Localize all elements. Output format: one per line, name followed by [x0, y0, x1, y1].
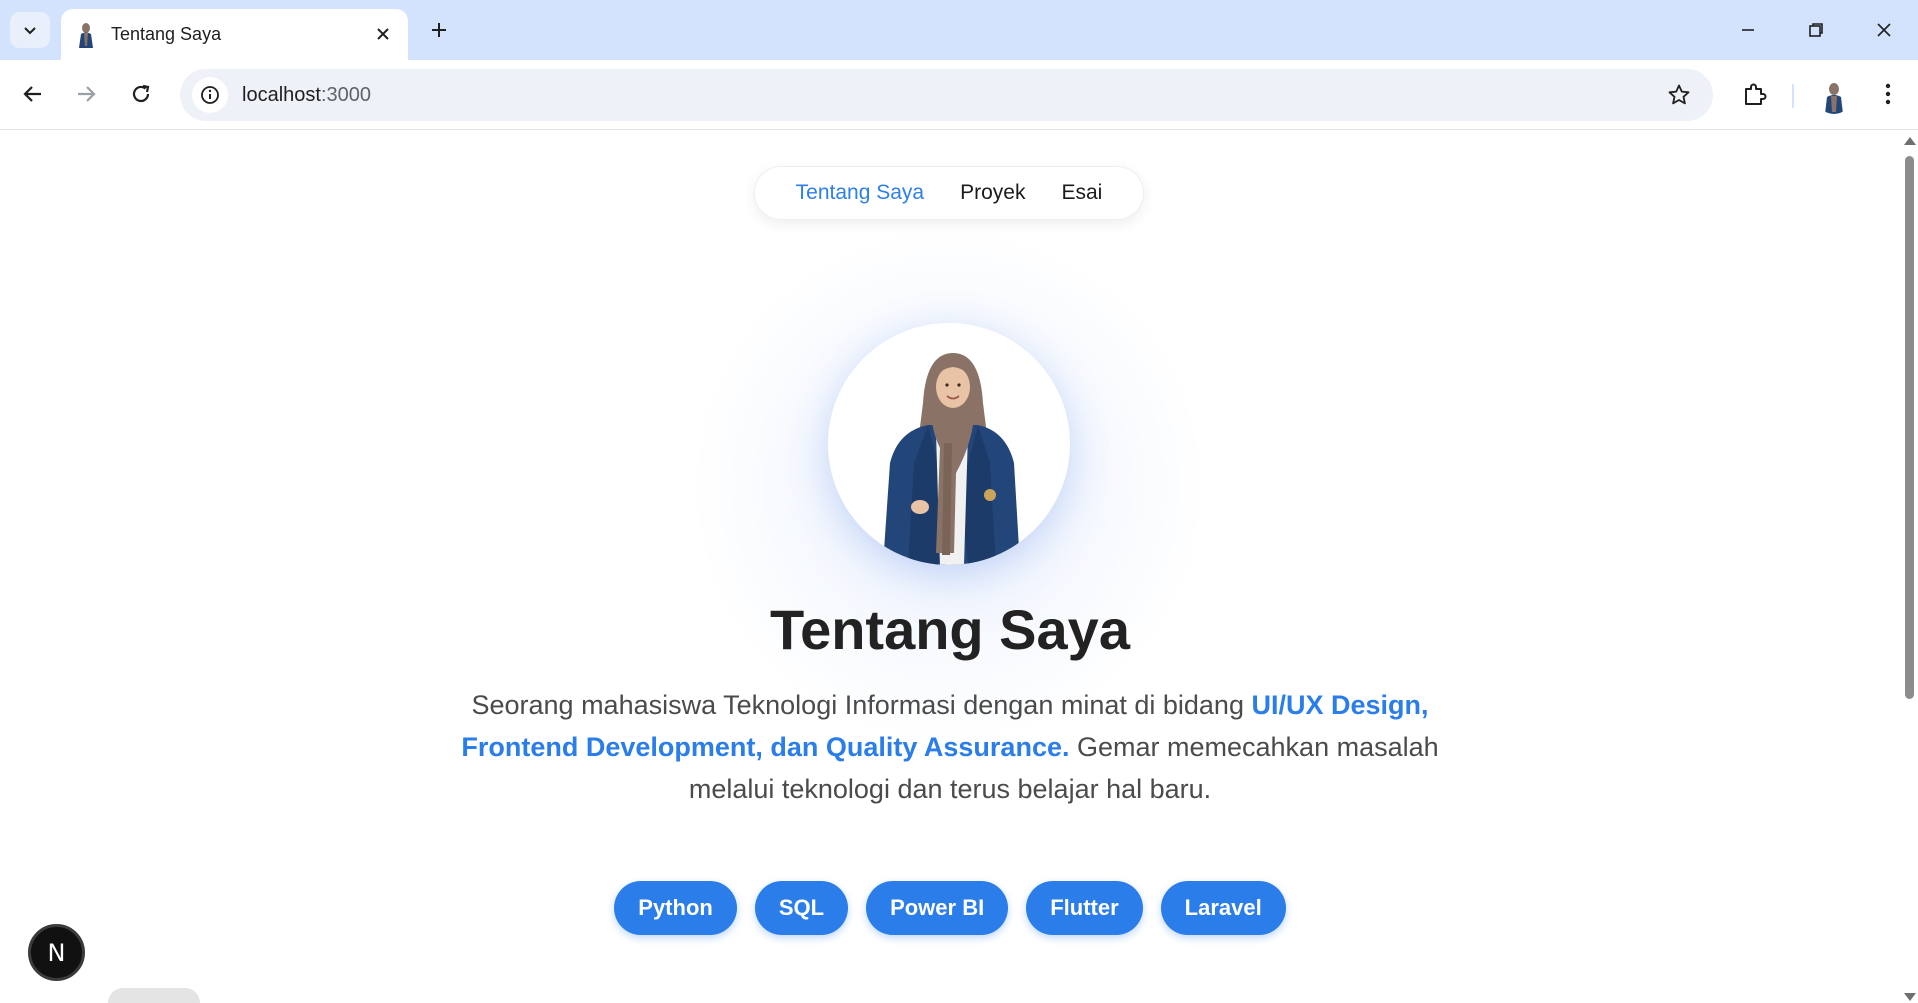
- reload-button[interactable]: [121, 74, 161, 114]
- restore-icon: [1809, 23, 1823, 37]
- minimize-button[interactable]: [1720, 8, 1776, 52]
- arrow-left-icon: [23, 86, 41, 102]
- skill-tag-python[interactable]: Python: [614, 881, 737, 935]
- reload-icon: [132, 84, 150, 103]
- profile-photo-illustration: [883, 353, 1020, 565]
- forward-button[interactable]: [66, 74, 106, 114]
- plus-icon: [432, 23, 446, 37]
- arrow-right-icon: [78, 86, 96, 102]
- browser-menu-button[interactable]: [1868, 74, 1908, 114]
- active-tab[interactable]: Tentang Saya: [61, 9, 408, 60]
- site-navigation: Tentang Saya Proyek Esai: [754, 166, 1144, 220]
- scrollbar-thumb[interactable]: [1905, 156, 1914, 699]
- new-tab-button[interactable]: [422, 13, 456, 47]
- close-icon: [1877, 23, 1891, 37]
- site-info-button[interactable]: [192, 77, 228, 113]
- tab-title: Tentang Saya: [111, 24, 222, 44]
- skill-tag-flutter[interactable]: Flutter: [1026, 881, 1143, 935]
- url-port: :3000: [320, 83, 371, 106]
- page-title: Tentang Saya: [770, 598, 1130, 661]
- tab-search-button[interactable]: [10, 12, 50, 48]
- bottom-floating-pill: [108, 988, 200, 1003]
- bookmark-button[interactable]: [1663, 79, 1695, 111]
- nav-link-esai[interactable]: Esai: [1061, 181, 1102, 205]
- minimize-icon: [1742, 29, 1754, 31]
- kebab-menu-icon: [1885, 83, 1891, 105]
- chevron-down-icon: [24, 27, 36, 35]
- extensions-button[interactable]: [1735, 74, 1775, 114]
- back-button[interactable]: [13, 74, 53, 114]
- nav-link-proyek[interactable]: Proyek: [960, 181, 1025, 205]
- skill-tag-power-bi[interactable]: Power BI: [866, 881, 1009, 935]
- info-icon: [201, 86, 219, 104]
- page-viewport: Tentang Saya Proyek Esai Tentang Saya Se…: [0, 131, 1900, 1003]
- url-host: localhost: [242, 83, 321, 106]
- puzzle-icon: [1745, 83, 1767, 105]
- toolbar-separator: [1792, 84, 1794, 108]
- about-description: Seorang mahasiswa Teknologi Informasi de…: [440, 684, 1460, 810]
- profile-avatar-button[interactable]: [1816, 78, 1852, 114]
- skill-tag-laravel[interactable]: Laravel: [1160, 881, 1286, 935]
- browser-tab-strip: Tentang Saya: [0, 0, 1918, 60]
- browser-toolbar: localhost:3000: [0, 60, 1918, 130]
- address-bar[interactable]: localhost:3000: [180, 69, 1713, 121]
- close-icon: [377, 28, 389, 40]
- scroll-up-arrow-icon[interactable]: [1904, 137, 1916, 145]
- profile-photo: [828, 323, 1070, 565]
- url-text: localhost:3000: [242, 84, 371, 107]
- restore-button[interactable]: [1788, 8, 1844, 52]
- skill-tag-sql[interactable]: SQL: [754, 881, 849, 935]
- about-description-part1: Seorang mahasiswa Teknologi Informasi de…: [471, 690, 1252, 720]
- page-scrollbar[interactable]: [1900, 131, 1918, 1003]
- tab-favicon-icon: [79, 22, 93, 48]
- nav-link-tentang-saya[interactable]: Tentang Saya: [796, 181, 924, 205]
- profile-avatar-icon: [1816, 78, 1852, 114]
- nextjs-logo-icon: N: [47, 938, 66, 967]
- close-window-button[interactable]: [1856, 8, 1912, 52]
- nextjs-dev-indicator-button[interactable]: N: [28, 924, 85, 981]
- scroll-down-arrow-icon[interactable]: [1904, 993, 1916, 1001]
- skill-tags: Python SQL Power BI Flutter Laravel: [0, 881, 1900, 935]
- star-icon: [1668, 84, 1690, 105]
- tab-close-button[interactable]: [370, 21, 396, 47]
